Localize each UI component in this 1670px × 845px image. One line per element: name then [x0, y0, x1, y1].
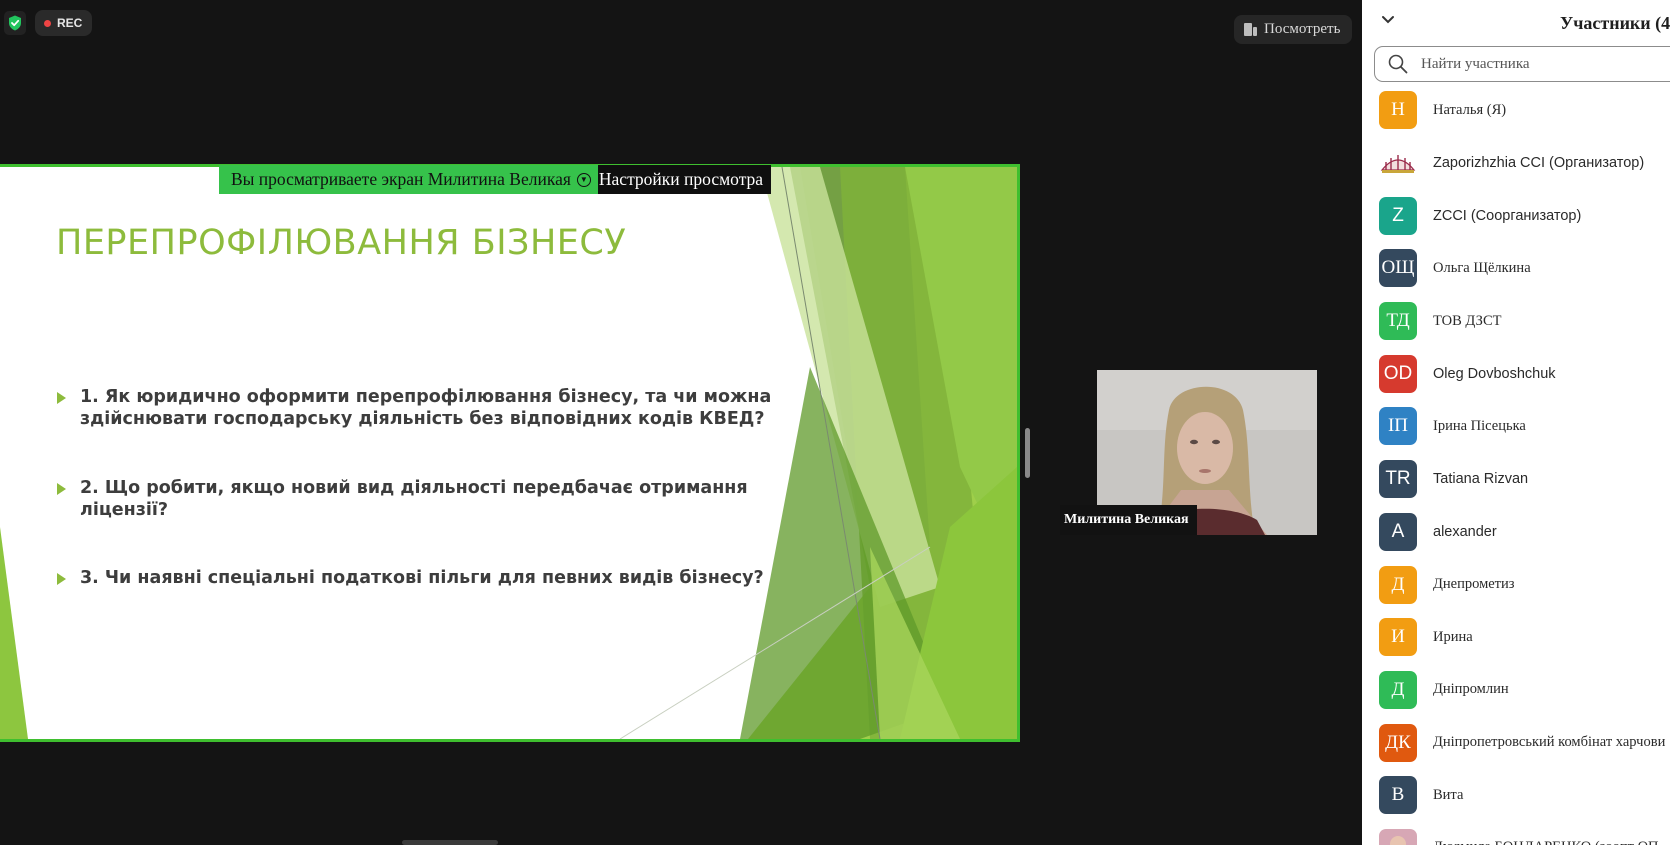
screen-share-status: Вы просматриваете экран Милитина Великая… — [219, 165, 598, 194]
recording-label: REC — [57, 16, 83, 30]
slide-bullet-line: 2. Що робити, якщо новий вид діяльності … — [80, 478, 748, 498]
participant-row[interactable]: ТД ТОВ ДЗСТ — [1362, 295, 1670, 348]
participant-row[interactable]: ІП Ірина Пісецька — [1362, 400, 1670, 453]
avatar: И — [1379, 618, 1417, 657]
participant-name: Наталья (Я) — [1433, 101, 1507, 118]
security-shield-icon[interactable] — [4, 11, 26, 35]
view-settings-button[interactable]: Настройки просмотра — [597, 165, 772, 194]
bottom-drag-handle[interactable] — [402, 840, 498, 845]
participant-row[interactable]: ДК Дніпропетровський комбінат харчови — [1362, 716, 1670, 769]
participant-row[interactable]: Д Днепрометиз — [1362, 558, 1670, 611]
view-settings-label: Настройки просмотра — [598, 169, 764, 189]
participant-name: ZCCI (Соорганизатор) — [1433, 207, 1582, 224]
slide-bullet: 3. Чи наявні спеціальні податкові пільги… — [57, 567, 764, 589]
participant-name: Ольга Щёлкина — [1433, 259, 1531, 276]
recording-dot-icon — [44, 19, 51, 27]
avatar: A — [1379, 512, 1417, 551]
participant-name: Tatiana Rizvan — [1433, 471, 1529, 488]
participant-row[interactable]: TR Tatiana Rizvan — [1362, 453, 1670, 506]
avatar: ОЩ — [1379, 249, 1417, 288]
participant-row[interactable]: ОЩ Ольга Щёлкина — [1362, 242, 1670, 295]
screen-share-banner: Вы просматриваете экран Милитина Великая… — [219, 165, 772, 194]
avatar: OD — [1379, 354, 1417, 393]
participant-row[interactable]: Z ZCCI (Соорганизатор) — [1362, 189, 1670, 242]
avatar: Z — [1379, 196, 1417, 235]
resize-handle[interactable] — [1025, 428, 1030, 478]
bullet-arrow-icon — [57, 392, 66, 404]
meeting-stage: REC Посмотреть ПЕРЕПРОФІЛЮВАННЯ БІЗНЕСУ — [0, 0, 1362, 845]
search-icon — [1388, 54, 1408, 74]
participant-row[interactable]: Д Дніпромлин — [1362, 664, 1670, 717]
participant-video-name: Милитина Великая — [1060, 505, 1197, 535]
avatar: Д — [1379, 670, 1417, 709]
participants-list: Н Наталья (Я) Zaporizhzhia CCI (Организато… — [1362, 84, 1670, 845]
participant-name: Вита — [1433, 786, 1464, 803]
participant-search-input[interactable] — [1421, 55, 1651, 73]
participant-row[interactable]: И Ирина — [1362, 611, 1670, 664]
avatar: Н — [1379, 91, 1417, 130]
participants-panel: Участники (4 Н Наталья (Я) Zaporizhzhia CC… — [1362, 0, 1670, 845]
participant-name: Zaporizhzhia CCI (Организатор) — [1433, 155, 1645, 172]
avatar: Д — [1379, 565, 1417, 604]
participant-name: Днепрометиз — [1433, 576, 1515, 593]
slide-bullet-line: ліцензії? — [80, 500, 169, 520]
bullet-arrow-icon — [57, 573, 66, 585]
slide-bullet: 2. Що робити, якщо новий вид діяльності … — [57, 477, 748, 521]
recording-indicator[interactable]: REC — [35, 10, 93, 36]
chevron-down-icon[interactable] — [1378, 8, 1398, 32]
slide-title: ПЕРЕПРОФІЛЮВАННЯ БІЗНЕСУ — [56, 223, 627, 263]
participant-name: Дніпромлин — [1433, 681, 1509, 698]
profile-photo-icon — [1379, 828, 1417, 845]
participant-row[interactable]: Людмила БОНДАРЕНКО (зоопт ОП — [1362, 822, 1670, 845]
participant-search-box[interactable] — [1374, 46, 1670, 82]
screen-share-status-text: Вы просматриваете экран Милитина Великая — [231, 169, 571, 189]
avatar: ІП — [1379, 407, 1417, 446]
participant-name: Дніпропетровський комбінат харчови — [1433, 734, 1666, 751]
chevron-down-circle-icon[interactable]: ▼ — [576, 172, 591, 187]
bullet-arrow-icon — [57, 483, 66, 495]
participant-row[interactable]: OD Oleg Dovboshchuk — [1362, 347, 1670, 400]
participant-name: Oleg Dovboshchuk — [1433, 365, 1556, 382]
avatar: TR — [1379, 460, 1417, 499]
view-layout-icon — [1244, 23, 1257, 36]
shared-screen: ПЕРЕПРОФІЛЮВАННЯ БІЗНЕСУ 1. Як юридично … — [0, 164, 1020, 742]
participant-row[interactable]: Aalexander — [1362, 506, 1670, 559]
participant-name: Ірина Пісецька — [1433, 417, 1526, 434]
chamber-logo-icon — [1379, 144, 1417, 183]
participant-row[interactable]: Zaporizhzhia CCI (Организатор) — [1362, 137, 1670, 190]
slide-bullet: 1. Як юридично оформити перепрофілювання… — [57, 386, 771, 430]
participant-name: Людмила БОНДАРЕНКО (зоопт ОП — [1433, 839, 1659, 845]
participant-name: alexander — [1433, 523, 1497, 540]
participant-row[interactable]: В Вита — [1362, 769, 1670, 822]
participants-panel-title: Участники (4 — [1560, 13, 1670, 33]
avatar: В — [1379, 776, 1417, 815]
view-options-button[interactable]: Посмотреть — [1234, 15, 1353, 44]
avatar: ДК — [1379, 723, 1417, 762]
view-options-label: Посмотреть — [1264, 21, 1341, 37]
participant-name: ТОВ ДЗСТ — [1433, 312, 1502, 329]
slide-bullet-line: здійснювати господарську діяльність без … — [80, 409, 765, 429]
participant-row[interactable]: Н Наталья (Я) — [1362, 84, 1670, 137]
participant-name: Ирина — [1433, 628, 1473, 645]
avatar: ТД — [1379, 302, 1417, 341]
slide-bullet-line: 1. Як юридично оформити перепрофілювання… — [80, 387, 772, 407]
slide-bullet-line: 3. Чи наявні спеціальні податкові пільги… — [80, 568, 764, 588]
